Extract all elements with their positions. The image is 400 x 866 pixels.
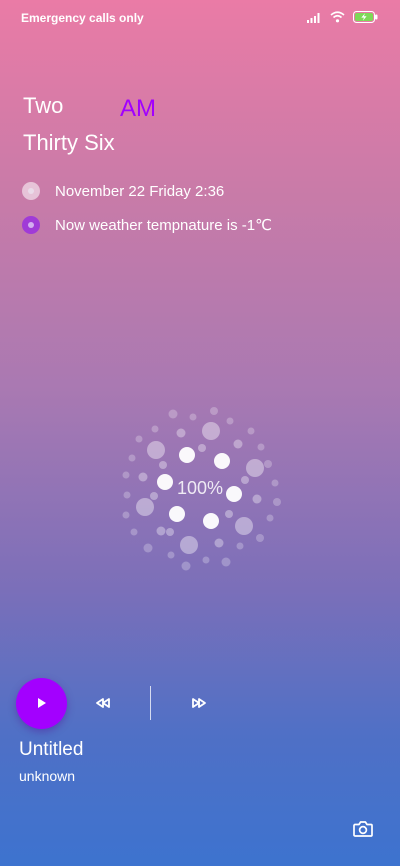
controls-divider bbox=[150, 686, 151, 720]
clock-hour-words: Two bbox=[23, 93, 64, 118]
clock-minute-words: Thirty Six bbox=[23, 130, 115, 155]
fast-forward-button[interactable] bbox=[190, 694, 208, 717]
date-row: November 22 Friday 2:36 bbox=[22, 182, 224, 200]
weather-text: Now weather tempnature is -1℃ bbox=[55, 217, 272, 234]
progress-loader: 100% bbox=[110, 400, 290, 580]
weather-bullet-icon bbox=[22, 216, 40, 234]
song-artist: unknown bbox=[19, 768, 76, 784]
camera-shortcut-button[interactable] bbox=[352, 818, 374, 840]
battery-charging-icon bbox=[353, 10, 378, 28]
wifi-icon bbox=[330, 10, 345, 28]
fast-forward-icon bbox=[192, 698, 206, 708]
clock-ampm: AM bbox=[120, 95, 156, 122]
play-icon bbox=[38, 698, 46, 708]
status-icons bbox=[307, 10, 378, 28]
date-text: November 22 Friday 2:36 bbox=[55, 182, 225, 200]
rewind-button[interactable] bbox=[94, 694, 112, 717]
loader-percent: 100% bbox=[176, 478, 224, 498]
signal-icon bbox=[307, 10, 322, 28]
status-bar: Emergency calls only bbox=[0, 0, 400, 36]
carrier-status: Emergency calls only bbox=[21, 11, 144, 25]
date-bullet-icon bbox=[22, 182, 40, 200]
camera-icon bbox=[353, 821, 373, 837]
rewind-icon bbox=[96, 698, 110, 708]
weather-row: Now weather tempnature is -1℃ bbox=[22, 216, 272, 234]
song-title: Untitled bbox=[19, 739, 84, 760]
play-button[interactable] bbox=[16, 678, 67, 729]
